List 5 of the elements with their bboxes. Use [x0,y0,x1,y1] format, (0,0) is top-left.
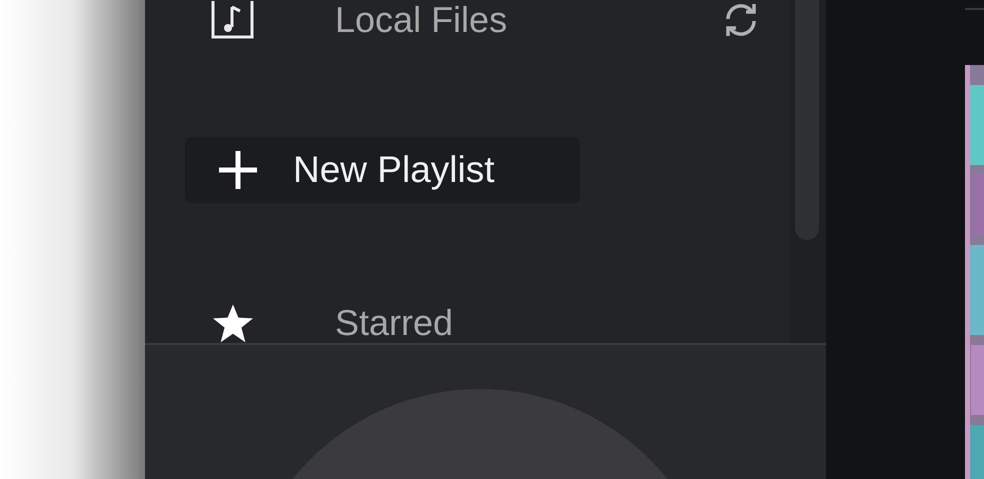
plus-icon [217,149,259,192]
new-playlist-button[interactable]: New Playlist [185,137,580,203]
sidebar-item[interactable]: Starred [335,305,454,341]
music-file-icon [210,0,255,39]
sidebar-item[interactable]: Local Files [335,2,508,38]
